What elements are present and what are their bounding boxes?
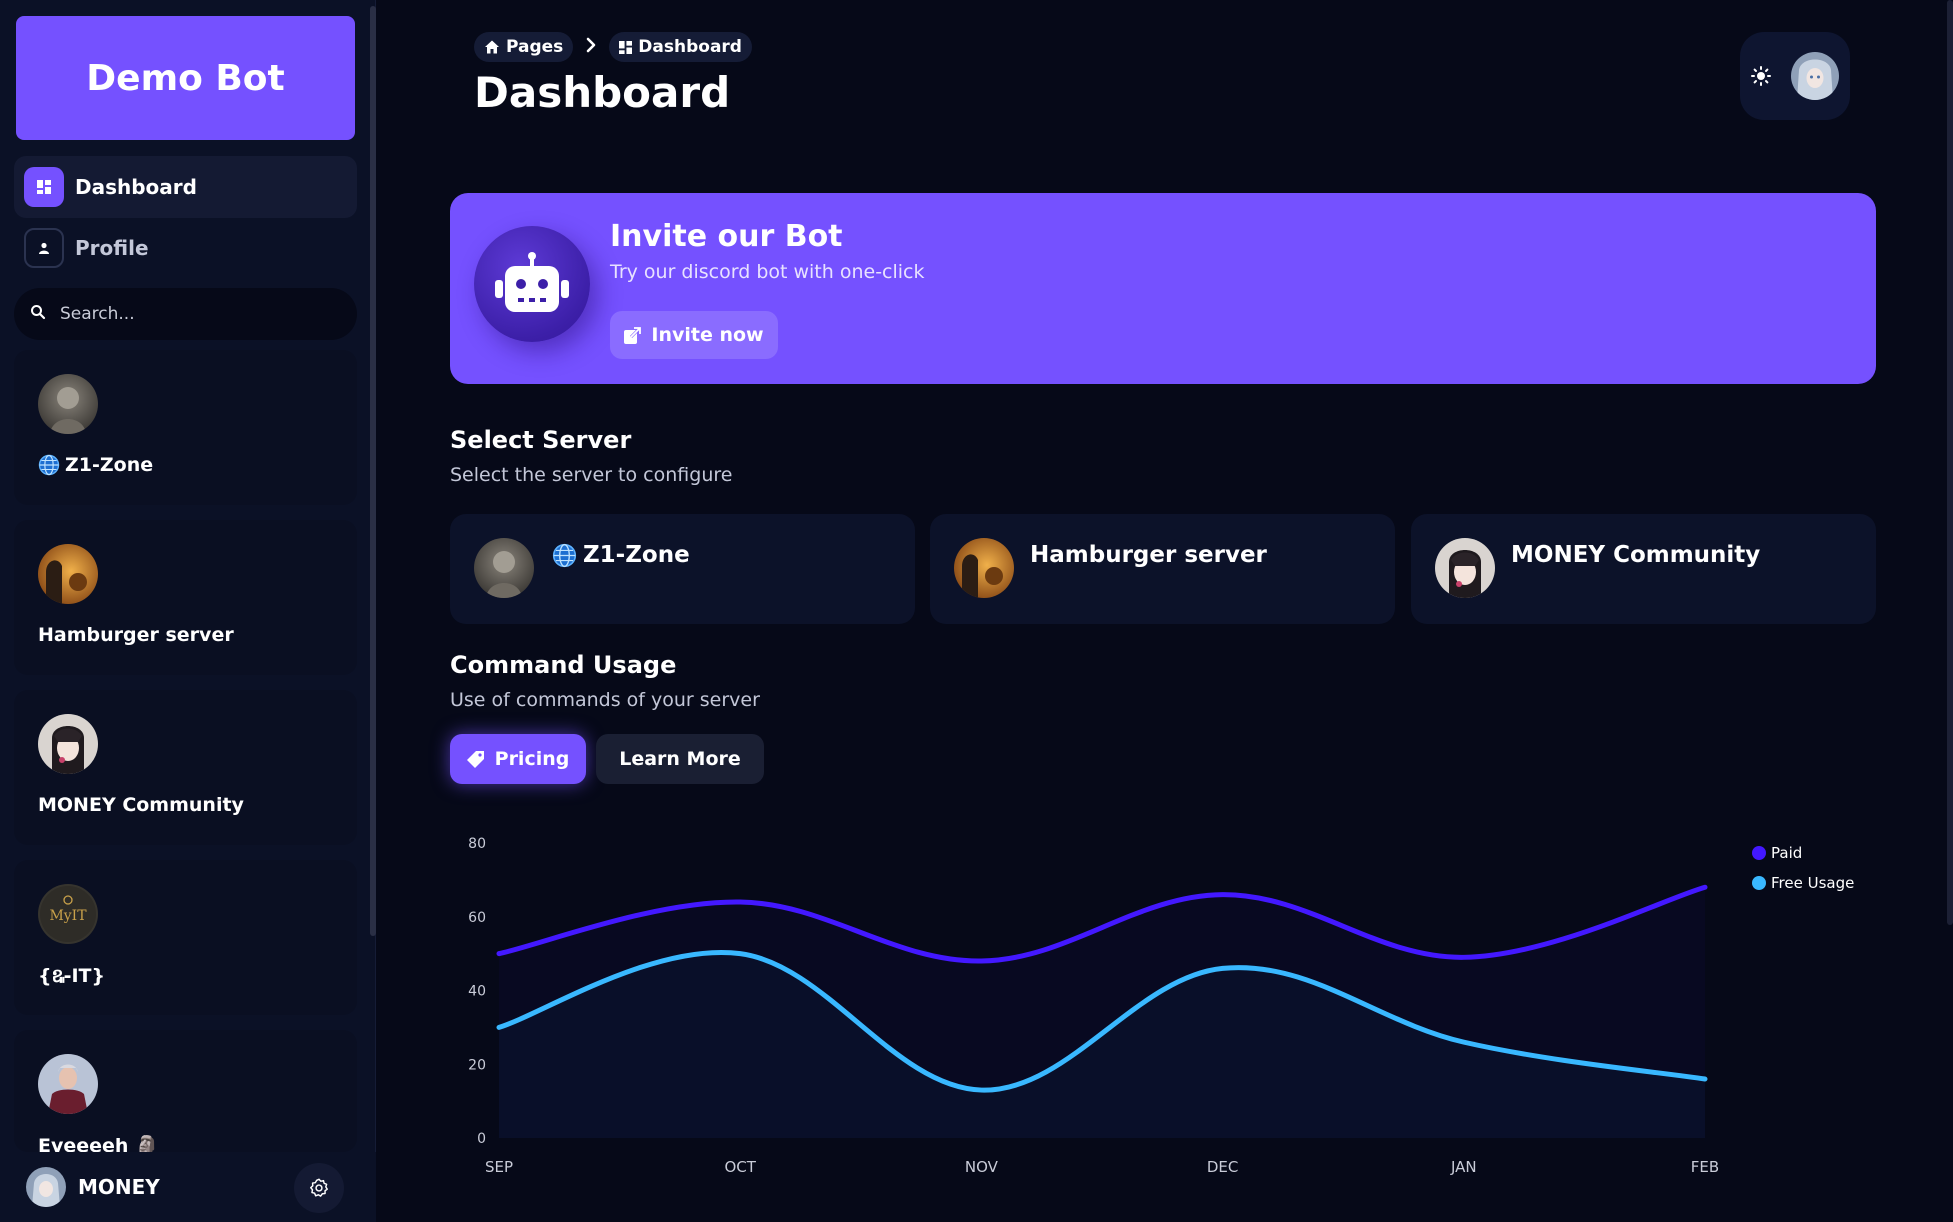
server-avatar (954, 538, 1014, 598)
search-input[interactable] (60, 304, 330, 324)
select-server-subtitle: Select the server to configure (450, 464, 733, 486)
server-avatar (38, 714, 98, 774)
chevron-right-icon (585, 37, 597, 57)
legend-item-free-usage[interactable]: Free Usage (1752, 874, 1854, 892)
invite-now-label: Invite now (651, 324, 764, 346)
external-link-icon (624, 326, 651, 344)
server-avatar (38, 1054, 98, 1114)
gear-icon (308, 1177, 330, 1199)
server-name: Hamburger server (1030, 542, 1267, 568)
legend-label: Paid (1771, 844, 1803, 862)
main-content: Pages Dashboard Dashboard Invite our Bot… (376, 0, 1953, 1222)
x-tick-label: JAN (1450, 1158, 1477, 1176)
globe-icon (38, 454, 60, 476)
y-tick-label: 40 (468, 984, 486, 1000)
user-bar: MONEY (0, 1152, 376, 1222)
x-tick-label: OCT (724, 1158, 756, 1176)
dashboard-icon (619, 40, 638, 54)
brand-title[interactable]: Demo Bot (16, 16, 355, 140)
line-chart: 0 20 40 60 80 SEP OCT NOV DEC JAN FEB (468, 836, 1719, 1176)
y-tick-label: 80 (468, 836, 486, 852)
server-card-z1-zone[interactable]: Z1-Zone (450, 514, 915, 624)
svg-text:MyIT: MyIT (49, 908, 87, 924)
sidebar-item-profile[interactable]: Profile (14, 217, 357, 279)
sidebar-server-card[interactable]: Z1-Zone (14, 350, 357, 505)
server-avatar: MyIT (38, 884, 98, 944)
sidebar-item-label: Profile (75, 236, 149, 260)
breadcrumb-item-dashboard[interactable]: Dashboard (609, 32, 752, 62)
x-tick-label: NOV (965, 1158, 999, 1176)
legend-dot (1752, 876, 1766, 890)
pricing-label: Pricing (494, 748, 570, 770)
settings-button[interactable] (294, 1163, 344, 1213)
server-avatar (474, 538, 534, 598)
main-scrollbar[interactable] (1947, 0, 1953, 925)
search-bar (14, 288, 357, 340)
home-icon (484, 39, 506, 55)
user-name: MONEY (78, 1175, 160, 1199)
y-tick-label: 60 (468, 910, 486, 926)
server-card-money-community[interactable]: MONEY Community (1411, 514, 1876, 624)
learn-more-button[interactable]: Learn More (596, 734, 764, 784)
sidebar-server-card[interactable]: Eveeeeh 🗿 (14, 1030, 357, 1157)
legend-dot (1752, 846, 1766, 860)
server-name: Z1-Zone (65, 454, 154, 476)
legend-label: Free Usage (1771, 874, 1855, 892)
globe-icon (552, 543, 577, 568)
user-avatar[interactable] (26, 1167, 66, 1207)
invite-banner: Invite our Bot Try our discord bot with … (450, 193, 1876, 384)
breadcrumb-item-pages[interactable]: Pages (474, 32, 574, 62)
breadcrumb-label: Pages (506, 37, 564, 57)
command-usage-title: Command Usage (450, 651, 677, 679)
dashboard-icon (24, 167, 64, 207)
invite-subtitle: Try our discord bot with one-click (610, 261, 925, 283)
server-name: MONEY Community (38, 794, 244, 816)
breadcrumb: Pages Dashboard (474, 32, 752, 62)
search-icon (30, 304, 46, 324)
server-name: Z1-Zone (583, 542, 690, 568)
sidebar-server-card[interactable]: Hamburger server (14, 520, 357, 675)
x-tick-label: SEP (485, 1158, 513, 1176)
server-name: {ឩ-IT} (38, 965, 106, 987)
invite-now-button[interactable]: Invite now (610, 311, 778, 359)
server-card-hamburger[interactable]: Hamburger server (930, 514, 1395, 624)
command-usage-subtitle: Use of commands of your server (450, 689, 760, 711)
sidebar-item-dashboard[interactable]: Dashboard (14, 156, 357, 218)
server-avatar (1435, 538, 1495, 598)
sidebar: Demo Bot Dashboard Profile Z1-Zone (0, 0, 376, 1222)
y-tick-label: 0 (477, 1131, 486, 1147)
tag-icon (466, 750, 495, 768)
page-title: Dashboard (474, 68, 731, 117)
sidebar-item-label: Dashboard (75, 175, 197, 199)
server-avatar (38, 544, 98, 604)
server-name: MONEY Community (1511, 542, 1761, 568)
sidebar-server-card[interactable]: MyIT {ឩ-IT} (14, 860, 357, 1015)
select-server-title: Select Server (450, 426, 632, 454)
header-actions (1740, 32, 1850, 120)
legend-item-paid[interactable]: Paid (1752, 844, 1854, 862)
robot-icon (474, 226, 590, 342)
pricing-button[interactable]: Pricing (450, 734, 586, 784)
server-avatar (38, 374, 98, 434)
chart-legend: Paid Free Usage (1752, 844, 1854, 904)
invite-title: Invite our Bot (610, 219, 843, 254)
avatar[interactable] (1791, 52, 1839, 100)
y-tick-label: 20 (468, 1057, 486, 1073)
x-tick-label: DEC (1207, 1158, 1239, 1176)
x-tick-label: FEB (1691, 1158, 1719, 1176)
user-icon (24, 228, 64, 268)
sidebar-server-card[interactable]: MONEY Community (14, 690, 357, 845)
server-name: Hamburger server (38, 624, 234, 646)
command-usage-chart: 0 20 40 60 80 SEP OCT NOV DEC JAN FEB Paid Free U… (376, 820, 1953, 1180)
sun-icon[interactable] (1751, 66, 1771, 86)
breadcrumb-label: Dashboard (638, 37, 742, 57)
